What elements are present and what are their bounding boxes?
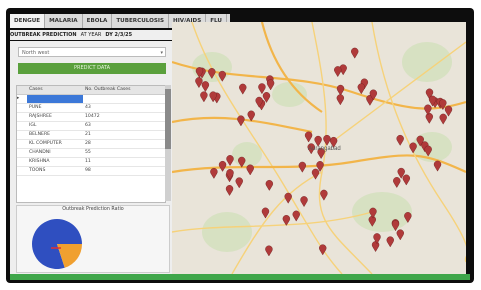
- table-row[interactable]: KL COMPUTER 28: [17, 140, 165, 149]
- outbreak-table: Cases No. Outbreak Cases ▸ PUNE 43 RAJSHREE…: [16, 85, 166, 203]
- pie-slices: [31, 219, 82, 269]
- region-select[interactable]: North west ▾: [18, 47, 166, 57]
- row-marker: [17, 122, 27, 130]
- map-park: [202, 212, 252, 252]
- prediction-title: OUTBREAK PREDICTION: [10, 32, 77, 38]
- row-name: IGL: [29, 123, 37, 128]
- map-view[interactable]: Aurangabad: [172, 22, 466, 274]
- row-value: 21: [85, 132, 91, 137]
- table-scrollbar[interactable]: [165, 85, 171, 201]
- row-marker: [17, 131, 27, 139]
- row-value: 98: [85, 168, 91, 173]
- table-row[interactable]: PUNE 43: [17, 104, 165, 113]
- row-value: 43: [85, 105, 91, 110]
- scrollbar-thumb[interactable]: [165, 89, 171, 149]
- row-name: PUNE: [29, 105, 42, 110]
- row-marker: [17, 149, 27, 157]
- row-value: 10472: [85, 114, 100, 119]
- map-park: [352, 192, 412, 232]
- app-window: DENGUE MALARIA EBOLA TUBERCULOSIS HIV/AI…: [6, 8, 474, 283]
- row-value: 55: [85, 150, 91, 155]
- row-marker: ▸: [17, 96, 20, 101]
- map-city-label: Aurangabad: [308, 146, 341, 152]
- row-name: RAJSHREE: [29, 114, 52, 119]
- table-row[interactable]: BELNERE 21: [17, 131, 165, 140]
- pie-chart: [31, 219, 82, 269]
- table-header-spacer: [17, 86, 27, 94]
- pie-chart-panel: Outbreak Prediction Ratio: [16, 205, 170, 273]
- prediction-header: OUTBREAK PREDICTION AT YEAR DY 2/3/25: [10, 30, 172, 40]
- chevron-down-icon: ▾: [160, 50, 163, 56]
- table-row[interactable]: ▸: [17, 95, 165, 104]
- row-marker: [17, 167, 27, 175]
- table-row[interactable]: CHANDNI 55: [17, 149, 165, 158]
- tab-dengue[interactable]: DENGUE: [10, 14, 46, 28]
- table-row[interactable]: IGL 63: [17, 122, 165, 131]
- row-marker: [17, 140, 27, 148]
- row-name: TOONS: [29, 168, 46, 173]
- table-body: ▸ PUNE 43 RAJSHREE 10472 IGL 63 BELNERE 21 KL COM…: [17, 95, 165, 176]
- row-value: [83, 95, 165, 103]
- region-select-value: North west: [22, 50, 50, 56]
- row-name: [27, 95, 83, 103]
- tab-ebola[interactable]: EBOLA: [83, 14, 113, 28]
- row-name: CHANDNI: [29, 150, 51, 155]
- table-header-cases: Cases: [29, 87, 43, 92]
- status-bar: [10, 274, 470, 280]
- prediction-year: DY 2/3/25: [105, 32, 133, 38]
- row-name: KRISHNA: [29, 159, 50, 164]
- row-marker: [17, 113, 27, 121]
- map-park: [232, 142, 262, 167]
- row-marker: [17, 104, 27, 112]
- table-row[interactable]: KRISHNA 11: [17, 158, 165, 167]
- predict-data-button[interactable]: PREDICT DATA: [18, 63, 166, 74]
- row-name: BELNERE: [29, 132, 51, 137]
- control-panel: North west ▾ PREDICT DATA Cases No. Outb…: [10, 41, 172, 274]
- row-name: KL COMPUTER: [29, 141, 62, 146]
- row-value: 28: [85, 141, 91, 146]
- prediction-year-label: AT YEAR: [80, 32, 102, 38]
- table-header-count: No. Outbreak Cases: [85, 87, 131, 92]
- tab-tuberculosis[interactable]: TUBERCULOSIS: [112, 14, 170, 28]
- table-row[interactable]: TOONS 98: [17, 167, 165, 176]
- map-canvas[interactable]: Aurangabad: [172, 22, 466, 274]
- tab-malaria[interactable]: MALARIA: [45, 14, 83, 28]
- table-header: Cases No. Outbreak Cases: [17, 86, 165, 95]
- row-marker: [17, 158, 27, 166]
- row-value: 63: [85, 123, 91, 128]
- table-row[interactable]: RAJSHREE 10472: [17, 113, 165, 122]
- row-value: 11: [85, 159, 91, 164]
- pie-chart-title: Outbreak Prediction Ratio: [62, 207, 124, 212]
- map-park: [402, 42, 452, 82]
